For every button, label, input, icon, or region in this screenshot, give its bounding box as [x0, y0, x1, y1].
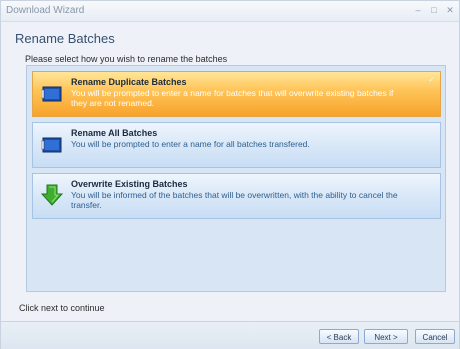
option-title: Rename All Batches	[71, 128, 158, 138]
close-icon[interactable]: ✕	[445, 4, 455, 16]
batch-icon	[41, 137, 62, 153]
page-header: Rename Batches	[1, 22, 459, 50]
page-title: Rename Batches	[15, 31, 115, 46]
option-description: You will be prompted to enter a name for…	[71, 139, 310, 149]
button-bar: < Back Next > Cancel	[1, 321, 459, 349]
options-panel: Rename Duplicate Batches You will be pro…	[26, 65, 446, 292]
title-bar: Download Wizard – □ ✕	[1, 1, 459, 22]
cancel-button[interactable]: Cancel	[415, 329, 455, 344]
option-description: You will be informed of the batches that…	[71, 190, 398, 210]
option-description: You will be prompted to enter a name for…	[71, 88, 394, 108]
instruction-text: Please select how you wish to rename the…	[25, 54, 228, 64]
option-rename-all-batches[interactable]: Rename All Batches You will be prompted …	[32, 122, 441, 168]
option-rename-duplicate-batches[interactable]: Rename Duplicate Batches You will be pro…	[32, 71, 441, 117]
footer-hint: Click next to continue	[19, 303, 105, 313]
back-button[interactable]: < Back	[319, 329, 359, 344]
window-title: Download Wizard	[6, 5, 85, 16]
check-icon: ✓	[428, 75, 435, 84]
minimize-icon[interactable]: –	[413, 4, 423, 16]
wizard-window: Download Wizard – □ ✕ Rename Batches Ple…	[0, 0, 460, 349]
download-arrow-icon	[41, 184, 63, 206]
option-title: Overwrite Existing Batches	[71, 179, 188, 189]
batch-icon	[41, 86, 62, 102]
window-controls: – □ ✕	[413, 4, 455, 16]
option-title: Rename Duplicate Batches	[71, 77, 187, 87]
next-button[interactable]: Next >	[364, 329, 408, 344]
maximize-icon[interactable]: □	[429, 4, 439, 16]
option-overwrite-existing-batches[interactable]: Overwrite Existing Batches You will be i…	[32, 173, 441, 219]
